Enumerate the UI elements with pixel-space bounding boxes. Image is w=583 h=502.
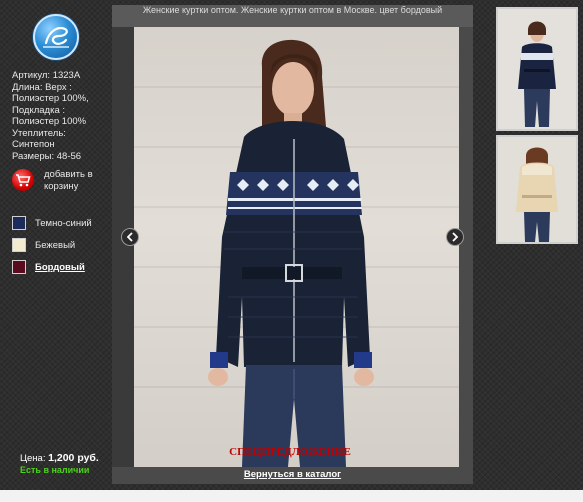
color-swatch-beige[interactable] [12, 238, 26, 252]
color-swatch-burgundy[interactable] [12, 260, 26, 274]
thumbnail-navy[interactable] [496, 7, 578, 131]
color-label-beige[interactable]: Бежевый [35, 240, 75, 251]
color-swatch-navy[interactable] [12, 216, 26, 230]
color-option-navy[interactable]: Темно-синий [12, 216, 92, 230]
insulation-text: Синтепон [12, 139, 55, 150]
thumbnail-beige[interactable] [496, 135, 578, 244]
price: Цена: 1,200 руб. [20, 452, 99, 464]
color-label-navy[interactable]: Темно-синий [35, 218, 92, 229]
special-offer-label: СПЕЦПРЕДЛОЖЕНИЕ [229, 446, 351, 458]
color-option-beige[interactable]: Бежевый [12, 238, 75, 252]
lining-text: Полиэстер 100% [12, 116, 87, 127]
color-label-burgundy[interactable]: Бордовый [35, 262, 85, 273]
cart-icon[interactable] [12, 169, 34, 191]
add-to-cart-button[interactable]: добавить в корзину [12, 169, 96, 192]
chevron-right-icon [452, 232, 459, 242]
product-photo [112, 27, 473, 467]
outer-material-text: Полиэстер 100%, [12, 93, 89, 104]
logo-icon[interactable] [33, 14, 79, 60]
price-label: Цена: [20, 453, 46, 464]
chevron-left-icon [126, 232, 133, 242]
price-value: 1,200 руб. [48, 452, 99, 464]
prev-image-button[interactable] [121, 228, 139, 246]
sizes-text: Размеры: 48-56 [12, 150, 82, 162]
next-image-button[interactable] [446, 228, 464, 246]
back-bar: Вернуться в каталог [112, 467, 473, 484]
bottom-strip [0, 490, 583, 502]
color-option-burgundy[interactable]: Бордовый [12, 260, 85, 274]
add-to-cart-label[interactable]: добавить в корзину [44, 169, 96, 192]
image-caption: Женские куртки оптом. Женские куртки опт… [112, 5, 473, 27]
back-to-catalog-link[interactable]: Вернуться в каталог [112, 469, 473, 480]
stock-status: Есть в наличии [20, 465, 90, 475]
lining-label: Подкладка : [12, 104, 66, 116]
insulation-label: Утеплитель: [12, 127, 66, 139]
length-text: Длина: Верх : [12, 81, 72, 93]
product-specs: Артикул: 1323А Длина: Верх : Полиэстер 1… [12, 70, 112, 162]
article-text: Артикул: 1323А [12, 70, 81, 81]
